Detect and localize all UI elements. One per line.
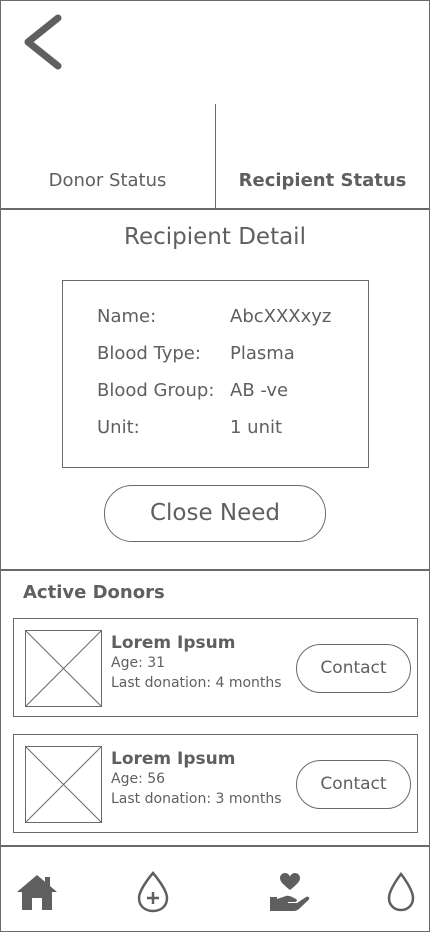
- detail-value: AB -ve: [230, 380, 289, 401]
- detail-label: Unit:: [97, 417, 140, 438]
- blood-drop-icon: [387, 871, 415, 912]
- donor-card: Lorem Ipsum Age: 56 Last donation: 3 mon…: [13, 734, 418, 833]
- divider: [0, 569, 430, 571]
- contact-button[interactable]: Contact: [296, 760, 411, 809]
- detail-label: Name:: [97, 306, 157, 327]
- heart-hand-icon: [270, 873, 310, 911]
- recipient-detail-title: Recipient Detail: [124, 224, 306, 250]
- tab-divider: [215, 104, 216, 208]
- nav-blood[interactable]: [376, 864, 426, 920]
- nav-request[interactable]: [128, 864, 178, 920]
- donor-name: Lorem Ipsum: [111, 633, 236, 653]
- home-icon: [17, 875, 57, 910]
- detail-value: AbcXXXxyz: [230, 306, 332, 327]
- detail-label: Blood Group:: [97, 380, 215, 401]
- donor-card: Lorem Ipsum Age: 31 Last donation: 4 mon…: [13, 618, 418, 717]
- detail-value: 1 unit: [230, 417, 283, 438]
- tab-recipient-status[interactable]: Recipient Status: [215, 170, 430, 191]
- divider: [0, 845, 430, 847]
- close-need-button[interactable]: Close Need: [104, 485, 326, 542]
- detail-label: Blood Type:: [97, 343, 201, 364]
- donor-photo-placeholder: [25, 630, 102, 707]
- donor-age: Age: 31: [111, 655, 166, 671]
- nav-home[interactable]: [12, 864, 62, 920]
- donor-last-donation: Last donation: 4 months: [111, 675, 282, 691]
- add-blood-drop-icon: [137, 871, 169, 913]
- tab-donor-status[interactable]: Donor Status: [0, 170, 215, 191]
- divider: [0, 208, 430, 210]
- chevron-left-icon: [24, 14, 62, 70]
- contact-button[interactable]: Contact: [296, 644, 411, 693]
- back-button[interactable]: [18, 12, 70, 72]
- active-donors-title: Active Donors: [23, 582, 165, 603]
- donor-name: Lorem Ipsum: [111, 749, 236, 769]
- donor-photo-placeholder: [25, 746, 102, 823]
- donor-last-donation: Last donation: 3 months: [111, 791, 282, 807]
- status-tabs: Donor Status Recipient Status: [0, 104, 430, 210]
- recipient-detail-card: Name: AbcXXXxyz Blood Type: Plasma Blood…: [62, 280, 369, 468]
- donor-age: Age: 56: [111, 771, 166, 787]
- detail-value: Plasma: [230, 343, 295, 364]
- nav-donate[interactable]: [265, 864, 315, 920]
